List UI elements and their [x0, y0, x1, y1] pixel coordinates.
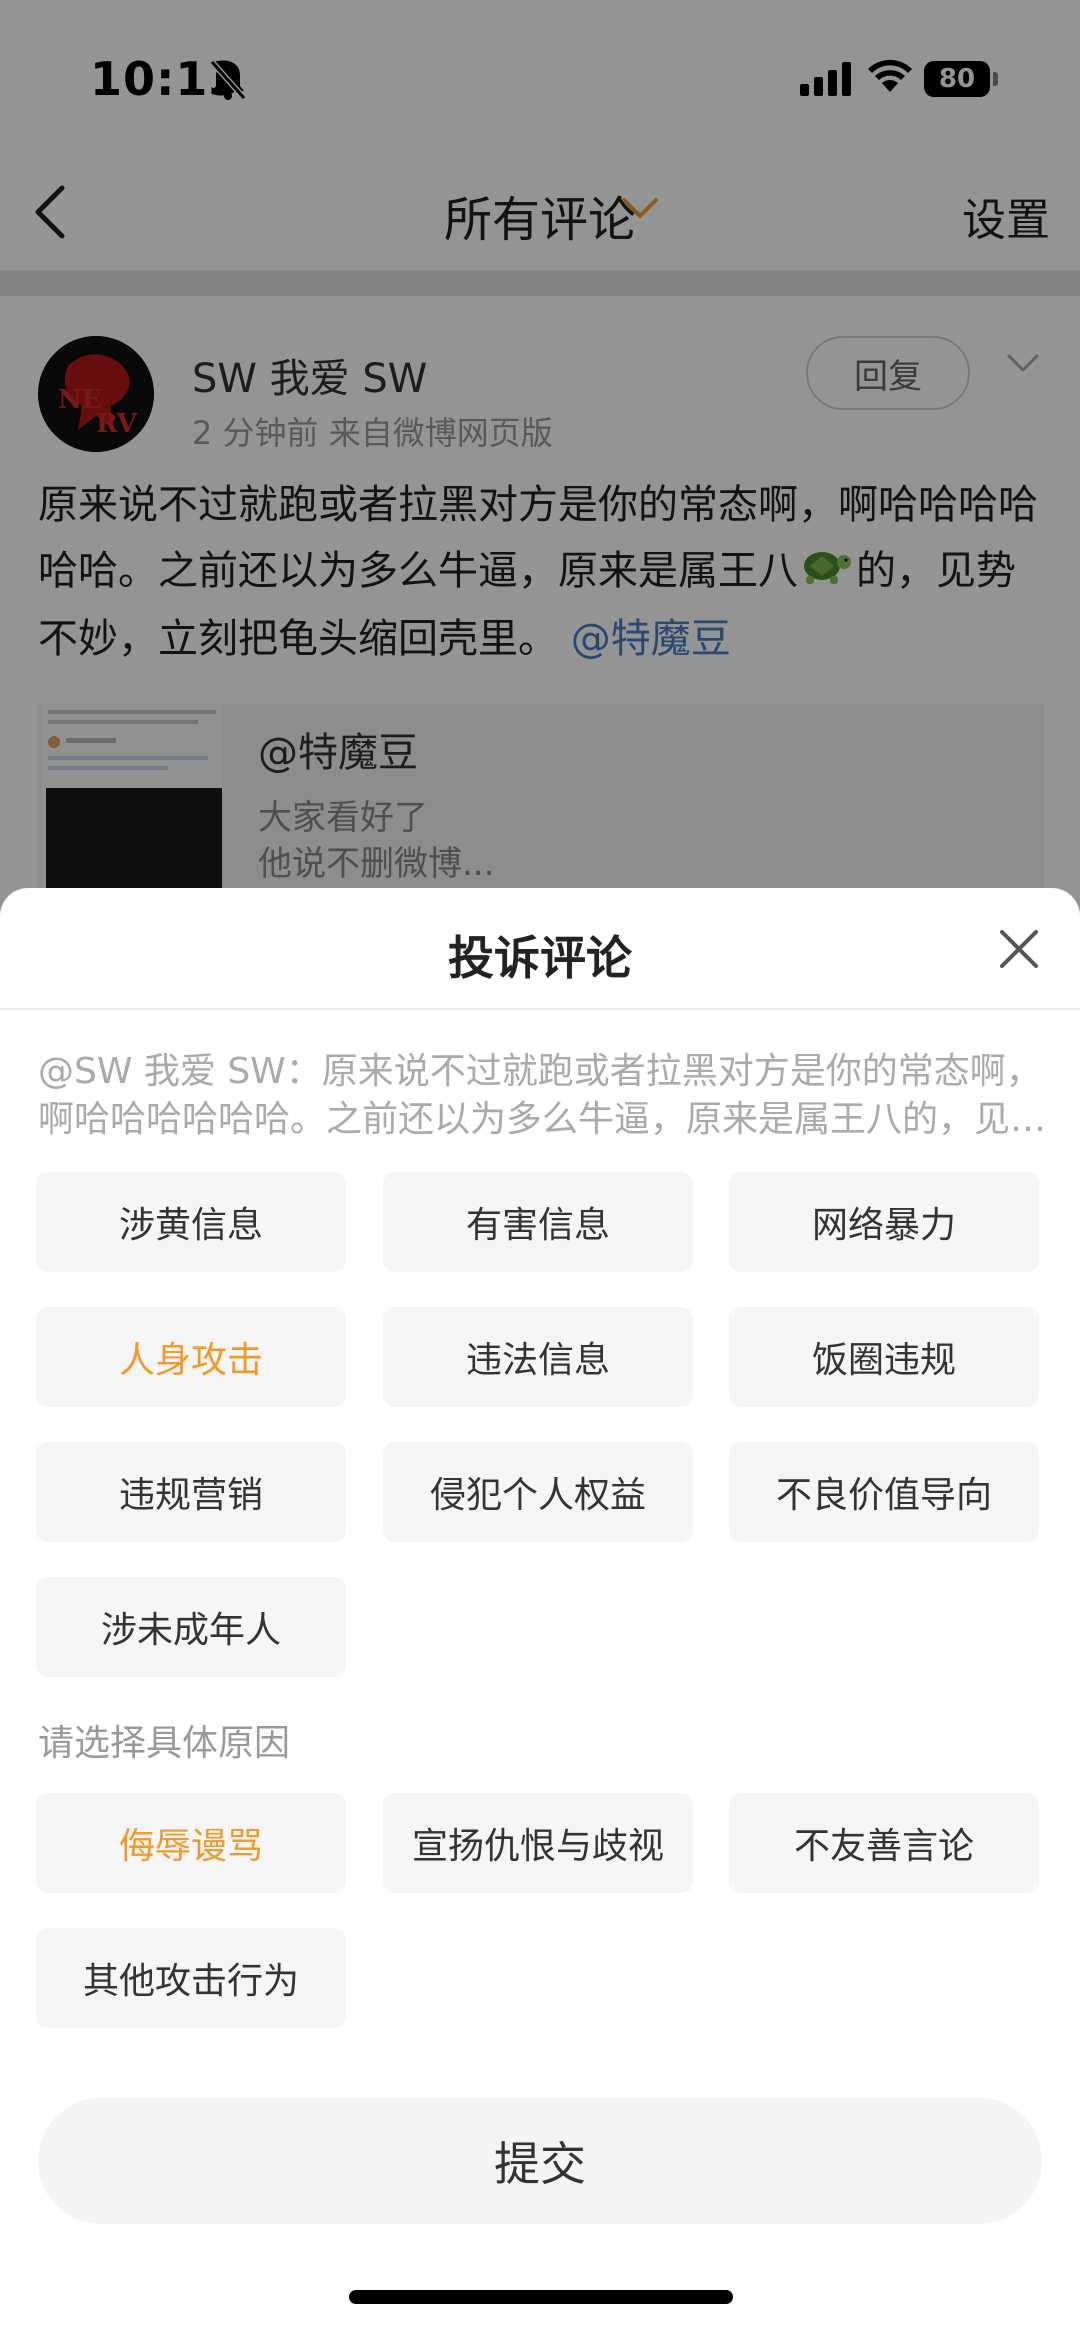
category-chip[interactable]: 违规营销	[36, 1442, 346, 1542]
category-chip[interactable]: 侵犯个人权益	[383, 1442, 693, 1542]
screen: 10:13 80 所有评论 设置 NE RV SW 我爱 SW 2 分钟前 来自…	[0, 0, 1080, 2342]
reason-chip[interactable]: 其他攻击行为	[36, 1928, 346, 2028]
reported-comment-preview: @SW 我爱 SW：原来说不过就跑或者拉黑对方是你的常态啊，啊哈哈哈哈哈哈。之前…	[38, 1051, 1047, 1140]
report-sheet: 投诉评论 @SW 我爱 SW：原来说不过就跑或者拉黑对方是你的常态啊，啊哈哈哈哈…	[0, 888, 1080, 2342]
category-chip[interactable]: 饭圈违规	[729, 1307, 1039, 1407]
sheet-title: 投诉评论	[448, 931, 632, 985]
submit-button[interactable]: 提交	[38, 2098, 1042, 2224]
reason-chip-selected[interactable]: 侮辱谩骂	[36, 1793, 346, 1893]
category-chip[interactable]: 违法信息	[383, 1307, 693, 1407]
home-indicator[interactable]	[349, 2290, 733, 2304]
category-chip-selected[interactable]: 人身攻击	[36, 1307, 346, 1407]
close-icon[interactable]	[998, 928, 1040, 974]
reason-heading: 请选择具体原因	[38, 1723, 291, 1764]
category-chip[interactable]: 不良价值导向	[729, 1442, 1039, 1542]
category-chip[interactable]: 网络暴力	[729, 1172, 1039, 1272]
category-chip[interactable]: 涉黄信息	[36, 1172, 346, 1272]
category-chip[interactable]: 涉未成年人	[36, 1577, 346, 1677]
reason-chip[interactable]: 不友善言论	[729, 1793, 1039, 1893]
reason-chip[interactable]: 宣扬仇恨与歧视	[383, 1793, 693, 1893]
sheet-divider	[0, 1008, 1080, 1010]
category-chip[interactable]: 有害信息	[383, 1172, 693, 1272]
